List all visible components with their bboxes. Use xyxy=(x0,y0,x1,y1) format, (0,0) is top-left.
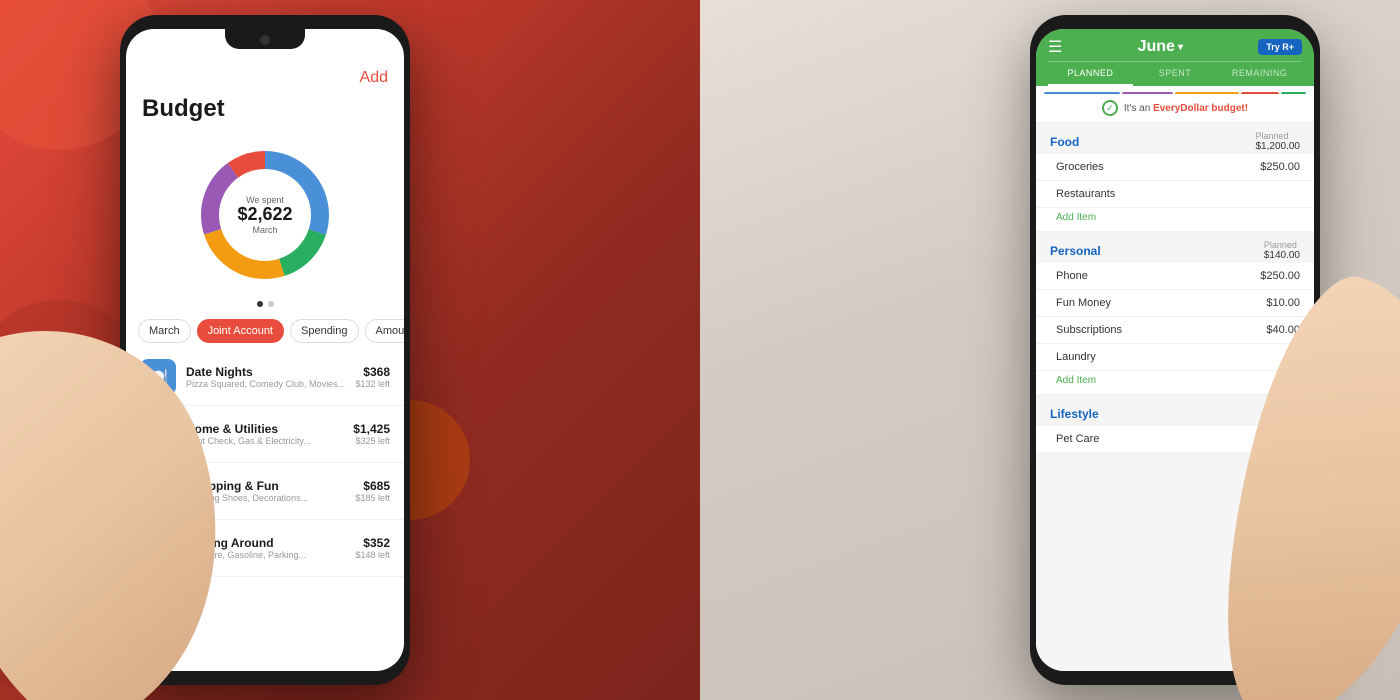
tx-left-0: $132 left xyxy=(355,379,390,389)
tx-amounts-0: $368 $132 left xyxy=(355,365,390,389)
right-panel: ☰ June ▾ Try R+ PLANNED SPENT REMAINING xyxy=(700,0,1400,700)
add-button[interactable]: Add xyxy=(360,69,388,87)
groceries-row[interactable]: Groceries $250.00 xyxy=(1036,154,1314,181)
laundry-name: Laundry xyxy=(1056,351,1096,363)
subscriptions-name: Subscriptions xyxy=(1056,324,1122,336)
tx-total-1: $1,425 xyxy=(353,422,390,436)
food-section-name: Food xyxy=(1050,135,1079,149)
chip-march[interactable]: March xyxy=(138,319,191,343)
fun-money-name: Fun Money xyxy=(1056,297,1111,309)
right-header-top: ☰ June ▾ Try R+ xyxy=(1048,37,1302,57)
restaurants-row[interactable]: Restaurants xyxy=(1036,181,1314,208)
month-label: June xyxy=(1138,38,1175,56)
filter-chips: March Joint Account Spending Amount: H xyxy=(126,313,404,349)
tx-total-3: $352 xyxy=(355,536,390,550)
food-section-header: Food Planned $1,200.00 xyxy=(1036,123,1314,154)
left-panel: Add Budget We spent xyxy=(0,0,700,700)
restaurants-name: Restaurants xyxy=(1056,188,1115,200)
everydollar-banner: ✓ It's an EveryDollar budget! xyxy=(1036,94,1314,123)
chip-joint-account[interactable]: Joint Account xyxy=(197,319,284,343)
donut-chart-container: We spent $2,622 March xyxy=(126,135,404,295)
laundry-row[interactable]: Laundry xyxy=(1036,344,1314,371)
donut-center-text: We spent $2,622 March xyxy=(237,195,292,235)
personal-section-header: Personal Planned $140.00 xyxy=(1036,232,1314,263)
personal-planned-area: Planned $140.00 xyxy=(1264,240,1300,261)
tx-amounts-2: $685 $185 left xyxy=(355,479,390,503)
lifestyle-section-name: Lifestyle xyxy=(1050,407,1099,421)
tx-total-2: $685 xyxy=(355,479,390,493)
food-planned-value: $1,200.00 xyxy=(1256,141,1301,152)
tx-sub-1: Rent Check, Gas & Electricity... xyxy=(186,436,343,446)
tab-spent[interactable]: SPENT xyxy=(1133,62,1218,86)
month-title[interactable]: June ▾ xyxy=(1138,38,1183,56)
chip-amount[interactable]: Amount: H xyxy=(365,319,405,343)
check-circle-icon: ✓ xyxy=(1102,100,1118,116)
tx-amounts-3: $352 $148 left xyxy=(355,536,390,560)
subscriptions-row[interactable]: Subscriptions $40.00 xyxy=(1036,317,1314,344)
chevron-down-icon: ▾ xyxy=(1178,42,1183,53)
tx-info-0: Date Nights Pizza Squared, Comedy Club, … xyxy=(186,365,345,389)
try-button[interactable]: Try R+ xyxy=(1258,39,1302,55)
chart-amount: $2,622 xyxy=(237,205,292,225)
food-add-item[interactable]: Add Item xyxy=(1036,208,1314,232)
groceries-name: Groceries xyxy=(1056,161,1104,173)
tx-total-0: $368 xyxy=(355,365,390,379)
food-planned-area: Planned $1,200.00 xyxy=(1256,131,1301,152)
pet-care-name: Pet Care xyxy=(1056,433,1099,445)
personal-section-name: Personal xyxy=(1050,244,1101,258)
dot-1 xyxy=(257,301,263,307)
tab-remaining[interactable]: REMAINING xyxy=(1217,62,1302,86)
tx-info-1: Home & Utilities Rent Check, Gas & Elect… xyxy=(186,422,343,446)
dot-2 xyxy=(268,301,274,307)
tx-name-0: Date Nights xyxy=(186,365,345,379)
tx-sub-0: Pizza Squared, Comedy Club, Movies... xyxy=(186,379,345,389)
phone-row[interactable]: Phone $250.00 xyxy=(1036,263,1314,290)
budget-title: Budget xyxy=(126,95,404,135)
chip-spending[interactable]: Spending xyxy=(290,319,359,343)
phone-name: Phone xyxy=(1056,270,1088,282)
personal-planned-value: $140.00 xyxy=(1264,250,1300,261)
header-tabs: PLANNED SPENT REMAINING xyxy=(1048,61,1302,86)
progress-bar xyxy=(1036,86,1314,94)
everydollar-text: It's an EveryDollar budget! xyxy=(1124,103,1248,114)
chart-month: March xyxy=(237,225,292,235)
fun-money-row[interactable]: Fun Money $10.00 xyxy=(1036,290,1314,317)
tx-name-1: Home & Utilities xyxy=(186,422,343,436)
tx-left-3: $148 left xyxy=(355,550,390,560)
phone-value: $250.00 xyxy=(1260,270,1300,282)
groceries-value: $250.00 xyxy=(1260,161,1300,173)
personal-planned-label: Planned xyxy=(1264,240,1300,250)
tx-left-2: $185 left xyxy=(355,493,390,503)
tx-left-1: $325 left xyxy=(353,436,390,446)
fun-money-value: $10.00 xyxy=(1266,297,1300,309)
tab-planned[interactable]: PLANNED xyxy=(1048,62,1133,86)
hamburger-icon[interactable]: ☰ xyxy=(1048,37,1062,57)
pagination-dots xyxy=(126,295,404,313)
right-screen-header: ☰ June ▾ Try R+ PLANNED SPENT REMAINING xyxy=(1036,29,1314,86)
phone-camera xyxy=(260,35,270,45)
tx-amounts-1: $1,425 $325 left xyxy=(353,422,390,446)
food-planned-label: Planned xyxy=(1256,131,1301,141)
